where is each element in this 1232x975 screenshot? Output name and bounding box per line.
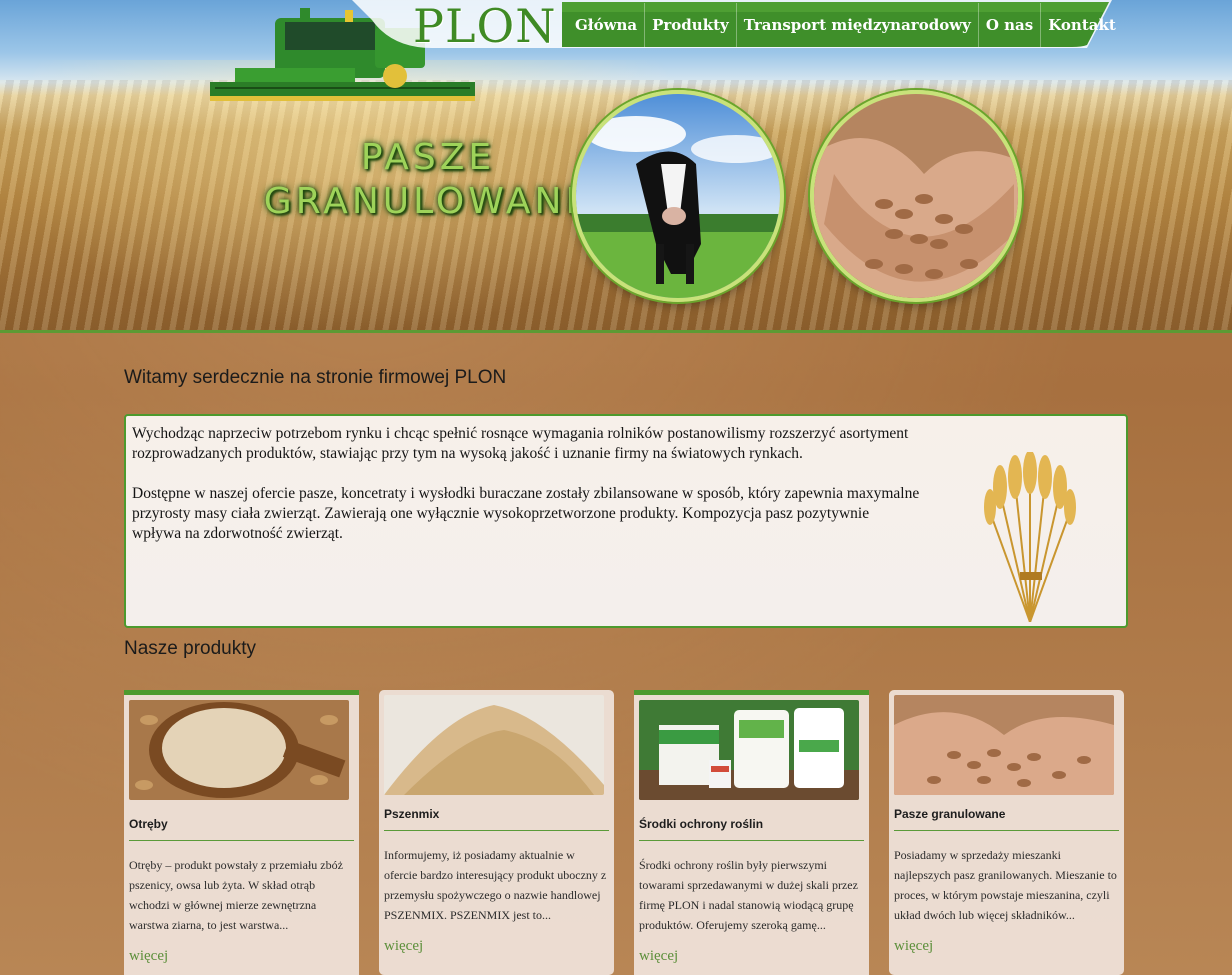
intro-box: Wychodząc naprzeciw potrzebom rynku i ch… (124, 414, 1128, 628)
nav-link-glowna[interactable]: Główna (568, 3, 646, 47)
product-desc-pasze: Posiadamy w sprzedaży mieszanki najlepsz… (894, 848, 1117, 922)
main-content: Witamy serdecznie na stronie firmowej PL… (124, 360, 1128, 975)
cow-photo (572, 90, 784, 302)
product-desc-otreby: Otręby – produkt powstały z przemiału zb… (129, 858, 343, 932)
intro-paragraph-1: Wychodząc naprzeciw potrzebom rynku i ch… (132, 425, 909, 462)
nav-link-transport[interactable]: Transport międzynarodowy (737, 3, 979, 47)
intro-text: Wychodząc naprzeciw potrzebom rynku i ch… (132, 424, 922, 564)
logo[interactable]: PLON (413, 3, 558, 49)
product-image-srodki[interactable] (639, 700, 859, 800)
product-desc-srodki: Środki ochrony roślin były pierwszymi to… (639, 858, 858, 932)
hero-title-line2: GRANULOWANE (263, 181, 593, 222)
product-image-pszenmix[interactable] (384, 695, 604, 795)
nav-link-o-nas[interactable]: O nas (979, 3, 1042, 47)
more-link-otreby[interactable]: więcej (129, 948, 168, 965)
nav-link-produkty[interactable]: Produkty (645, 3, 737, 47)
hero-title-line1: PASZE (360, 137, 496, 178)
welcome-heading: Witamy serdecznie na stronie firmowej PL… (124, 367, 507, 388)
product-card-srodki: Środki ochrony roślin Środki ochrony roś… (634, 690, 869, 975)
product-name-otreby: Otręby (129, 817, 354, 841)
product-card-pszenmix: Pszenmix Informujemy, iż posiadamy aktua… (379, 690, 614, 975)
more-link-srodki[interactable]: więcej (639, 948, 678, 965)
nav-link-kontakt[interactable]: Kontakt (1041, 3, 1123, 47)
more-link-pszenmix[interactable]: więcej (384, 938, 423, 955)
product-name-pszenmix: Pszenmix (384, 807, 609, 831)
hero-title: PASZE GRANULOWANE (248, 136, 608, 224)
product-card-pasze: Pasze granulowane Posiadamy w sprzedaży … (889, 690, 1124, 975)
products-heading: Nasze produkty (124, 638, 257, 659)
more-link-pasze[interactable]: więcej (894, 938, 933, 955)
product-desc-pszenmix: Informujemy, iż posiadamy aktualnie w of… (384, 848, 607, 922)
product-card-otreby: Otręby Otręby – produkt powstały z przem… (124, 690, 359, 975)
wheat-bundle-image (984, 452, 1076, 622)
product-name-srodki: Środki ochrony roślin (639, 817, 864, 841)
intro-paragraph-2: Dostępne w naszej ofercie pasze, koncetr… (132, 485, 920, 542)
main-nav: Główna Produkty Transport międzynarodowy… (568, 3, 1123, 47)
product-cards: Otręby Otręby – produkt powstały z przem… (124, 690, 1128, 975)
product-name-pasze: Pasze granulowane (894, 807, 1119, 831)
pellets-photo (810, 90, 1022, 302)
product-image-otreby[interactable] (129, 700, 349, 800)
product-image-pasze[interactable] (894, 695, 1114, 795)
